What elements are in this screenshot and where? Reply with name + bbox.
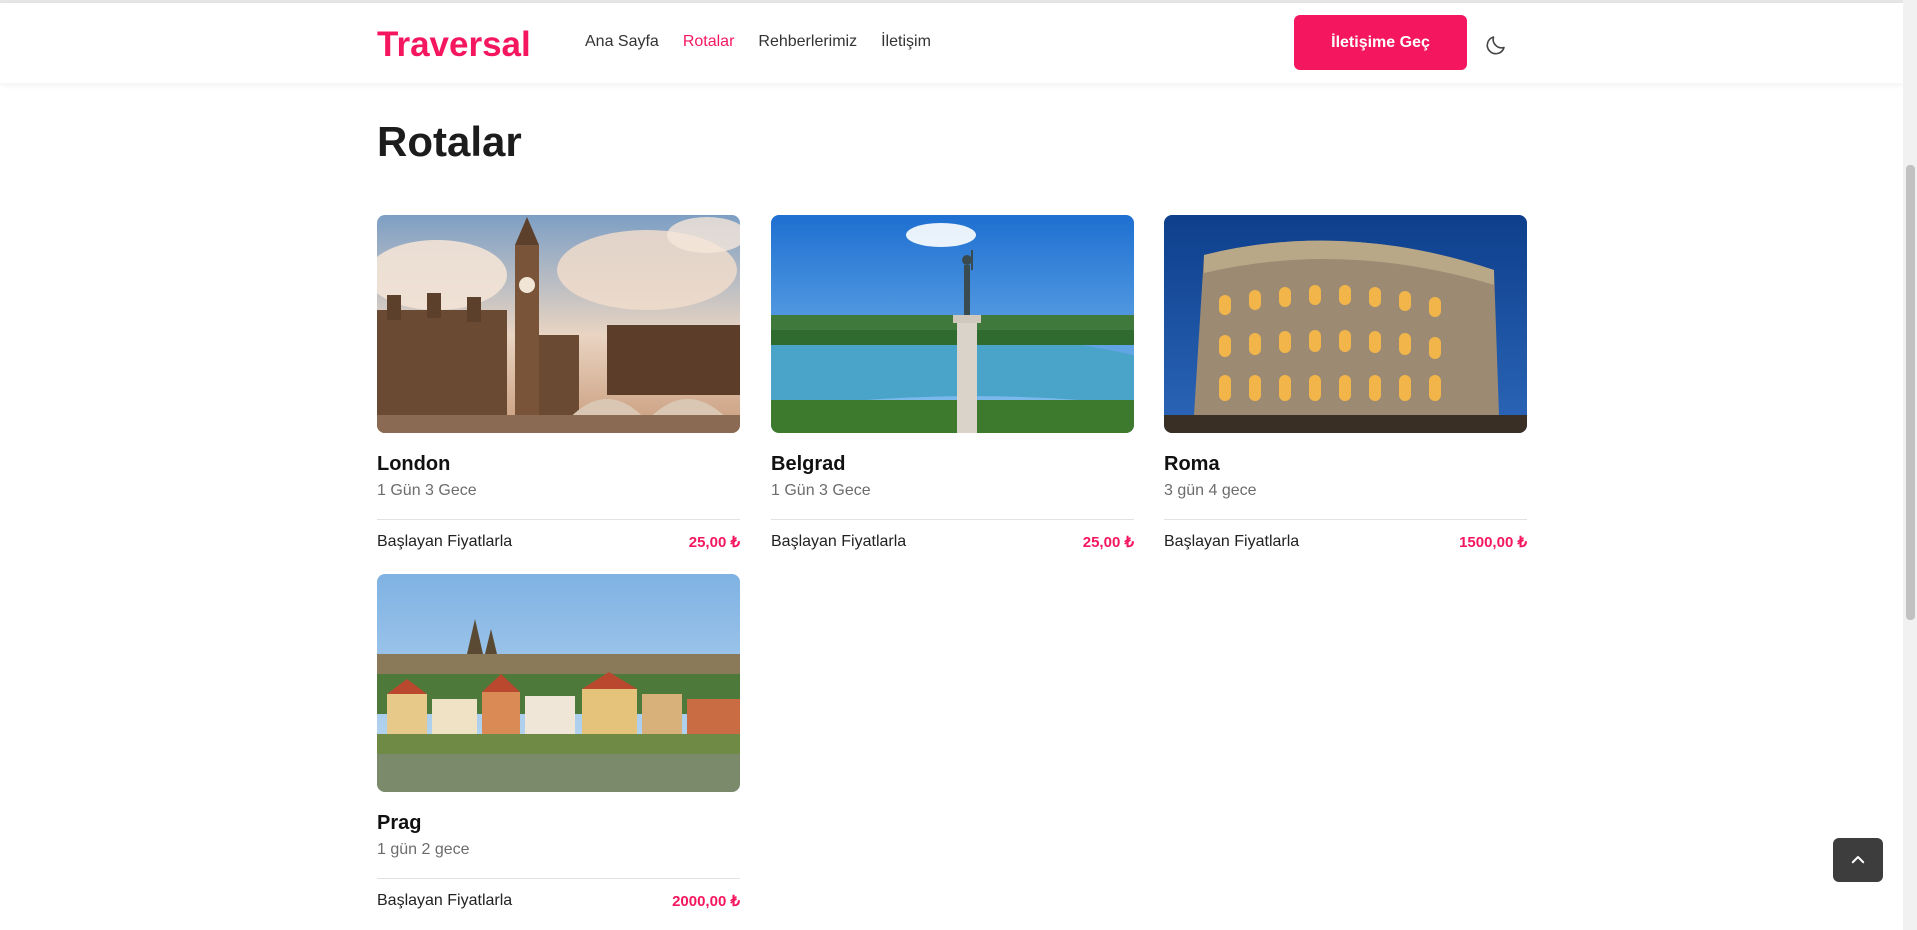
route-price: 1500,00 ₺	[1459, 534, 1527, 551]
route-price: 25,00 ₺	[688, 534, 740, 551]
nav-link-contact[interactable]: İletişim	[881, 33, 931, 51]
route-duration: 3 gün 4 gece	[1164, 482, 1257, 499]
route-card-prague[interactable]: Prag 1 gün 2 gece Başlayan Fiyatlarla 20…	[377, 574, 740, 910]
navbar: Traversal Ana Sayfa Rotalar Rehberlerimi…	[0, 3, 1903, 83]
route-duration: 1 gün 2 gece	[377, 841, 470, 858]
route-footer: Başlayan Fiyatlarla 25,00 ₺	[771, 519, 1134, 551]
moon-icon[interactable]	[1484, 33, 1508, 57]
route-card-rome[interactable]: Roma 3 gün 4 gece Başlayan Fiyatlarla 15…	[1164, 215, 1527, 551]
route-price: 2000,00 ₺	[672, 893, 740, 910]
prague-image[interactable]	[377, 574, 740, 792]
scrollbar-thumb[interactable]	[1906, 165, 1915, 620]
route-footer: Başlayan Fiyatlarla 1500,00 ₺	[1164, 519, 1527, 551]
rome-image[interactable]	[1164, 215, 1527, 433]
price-label: Başlayan Fiyatlarla	[771, 533, 907, 550]
route-name[interactable]: London	[377, 453, 740, 476]
price-label: Başlayan Fiyatlarla	[1164, 533, 1300, 550]
london-image[interactable]	[377, 215, 740, 433]
brand-logo[interactable]: Traversal	[377, 25, 531, 65]
price-label: Başlayan Fiyatlarla	[377, 892, 513, 909]
nav-link-routes[interactable]: Rotalar	[683, 33, 735, 51]
route-footer: Başlayan Fiyatlarla 2000,00 ₺	[377, 878, 740, 910]
route-name[interactable]: Belgrad	[771, 453, 1134, 476]
route-card-belgrade[interactable]: Belgrad 1 Gün 3 Gece Başlayan Fiyatlarla…	[771, 215, 1134, 551]
route-name[interactable]: Roma	[1164, 453, 1527, 476]
contact-cta-button[interactable]: İletişime Geç	[1294, 15, 1467, 70]
main-nav: Ana Sayfa Rotalar Rehberlerimiz İletişim	[585, 33, 931, 51]
route-footer: Başlayan Fiyatlarla 25,00 ₺	[377, 519, 740, 551]
route-duration: 1 Gün 3 Gece	[377, 482, 477, 499]
price-label: Başlayan Fiyatlarla	[377, 533, 513, 550]
route-name[interactable]: Prag	[377, 812, 740, 835]
scroll-to-top-button[interactable]	[1833, 838, 1883, 882]
chevron-up-icon	[1851, 856, 1865, 864]
page-title: Rotalar	[377, 118, 522, 165]
route-price: 25,00 ₺	[1082, 534, 1134, 551]
route-duration: 1 Gün 3 Gece	[771, 482, 871, 499]
nav-link-home[interactable]: Ana Sayfa	[585, 33, 659, 51]
nav-link-guides[interactable]: Rehberlerimiz	[758, 33, 857, 51]
belgrade-image[interactable]	[771, 215, 1134, 433]
route-card-london[interactable]: London 1 Gün 3 Gece Başlayan Fiyatlarla …	[377, 215, 740, 551]
